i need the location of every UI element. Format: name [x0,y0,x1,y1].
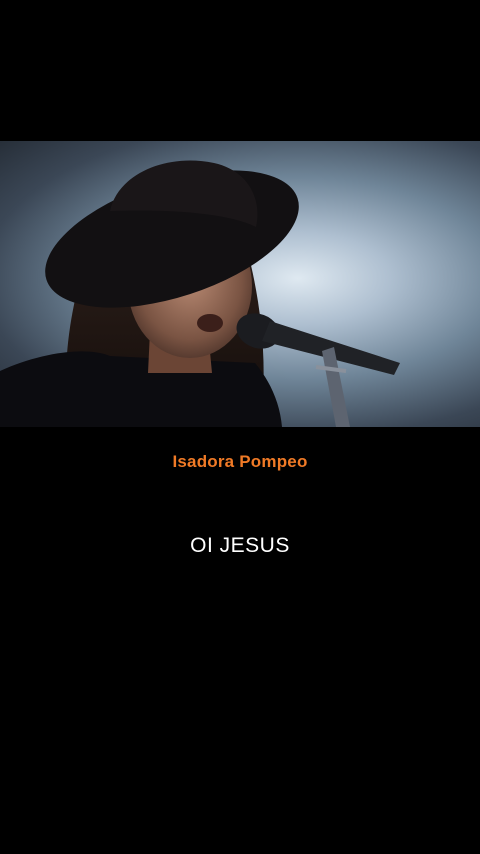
clothing-shape [0,351,282,427]
screen: Isadora Pompeo OI JESUS [0,0,480,854]
song-title: OI JESUS [190,534,290,557]
stand-clamp [315,365,347,373]
artist-name: Isadora Pompeo [172,452,308,471]
mouth-shape [197,314,223,332]
singer-image [0,160,400,427]
video-frame[interactable] [0,141,480,427]
